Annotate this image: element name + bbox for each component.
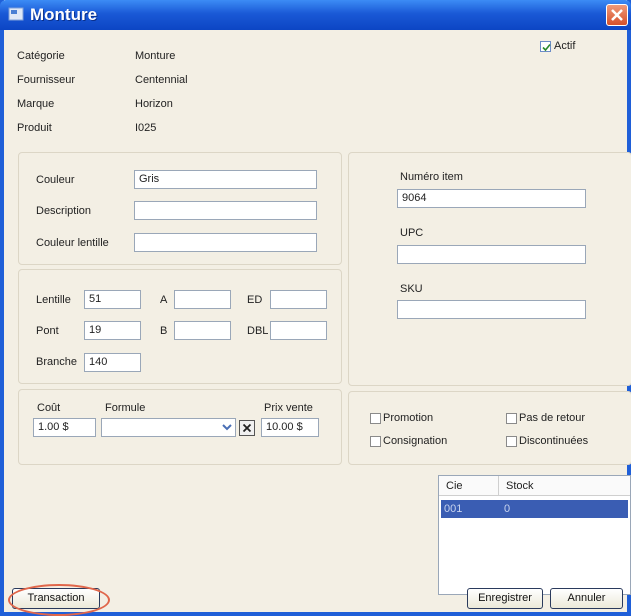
couleur-label: Couleur (36, 174, 75, 186)
promotion-checkbox[interactable] (370, 413, 381, 424)
dbl-field[interactable] (270, 321, 327, 340)
sku-label: SKU (400, 283, 423, 295)
marque-value: Horizon (135, 98, 173, 110)
fournisseur-value: Centennial (135, 74, 188, 86)
produit-value: I025 (135, 122, 157, 134)
fournisseur-label: Fournisseur (17, 74, 76, 86)
consignation-checkbox[interactable] (370, 436, 381, 447)
close-button[interactable] (606, 4, 628, 26)
a-label: A (160, 294, 168, 306)
chevron-down-icon (222, 424, 232, 431)
branche-field[interactable]: 140 (84, 353, 141, 372)
identifiers-panel: Numéro item 9064 UPC SKU (348, 152, 631, 386)
flags-panel: Promotion Pas de retour Consignation Dis… (348, 391, 631, 465)
b-field[interactable] (174, 321, 231, 340)
formule-select[interactable] (101, 418, 236, 437)
close-icon (611, 9, 623, 21)
discontinuees-label: Discontinuées (519, 435, 589, 447)
column-header-cie[interactable]: Cie (439, 476, 499, 496)
promotion-label: Promotion (383, 412, 434, 424)
pont-label: Pont (36, 325, 59, 337)
categorie-value: Monture (135, 50, 176, 62)
save-button[interactable]: Enregistrer (467, 588, 543, 609)
color-panel: Couleur Gris Description Couleur lentill… (18, 152, 342, 265)
app-icon (8, 7, 24, 21)
cancel-button[interactable]: Annuler (550, 588, 623, 609)
numero-item-label: Numéro item (400, 171, 463, 183)
couleur-lentille-label: Couleur lentille (36, 237, 109, 249)
highlight-annotation (8, 584, 110, 616)
close-icon (242, 423, 252, 433)
pricing-panel: Coût 1.00 $ Formule Prix vente 10.00 $ (18, 389, 342, 465)
cell-cie: 001 (444, 503, 463, 515)
b-label: B (160, 325, 168, 337)
lentille-field[interactable]: 51 (84, 290, 141, 309)
numero-item-field[interactable]: 9064 (397, 189, 586, 208)
actif-checkbox[interactable] (540, 41, 551, 52)
produit-label: Produit (17, 122, 52, 134)
checkmark-icon (542, 43, 551, 52)
a-field[interactable] (174, 290, 231, 309)
pas-de-retour-label: Pas de retour (519, 412, 586, 424)
window-title: Monture (30, 5, 98, 24)
ed-label: ED (247, 294, 263, 306)
clear-formule-button[interactable] (239, 420, 255, 436)
formule-label: Formule (105, 402, 146, 414)
prix-vente-label: Prix vente (264, 402, 313, 414)
actif-label: Actif (554, 40, 576, 52)
table-row[interactable]: 001 0 (441, 500, 628, 518)
monture-dialog: Monture Catégorie Monture Fournisseur Ce… (0, 0, 631, 616)
title-bar: Monture (0, 0, 631, 30)
cout-field[interactable]: 1.00 $ (33, 418, 96, 437)
ed-field[interactable] (270, 290, 327, 309)
categorie-label: Catégorie (17, 50, 65, 62)
couleur-field[interactable]: Gris (134, 170, 317, 189)
description-field[interactable] (134, 201, 317, 220)
cell-stock: 0 (504, 503, 511, 515)
sku-field[interactable] (397, 300, 586, 319)
couleur-lentille-field[interactable] (134, 233, 317, 252)
stock-table[interactable]: Cie Stock 001 0 (438, 475, 631, 595)
consignation-label: Consignation (383, 435, 448, 447)
pas-de-retour-checkbox[interactable] (506, 413, 517, 424)
discontinuees-checkbox[interactable] (506, 436, 517, 447)
prix-vente-field[interactable]: 10.00 $ (261, 418, 319, 437)
column-header-stock[interactable]: Stock (499, 476, 630, 496)
branche-label: Branche (36, 356, 77, 368)
upc-field[interactable] (397, 245, 586, 264)
description-label: Description (36, 205, 92, 217)
upc-label: UPC (400, 227, 424, 239)
cout-label: Coût (37, 402, 61, 414)
measures-panel: Lentille 51 A ED Pont 19 B DBL Branche 1… (18, 269, 342, 384)
lentille-label: Lentille (36, 294, 71, 306)
pont-field[interactable]: 19 (84, 321, 141, 340)
marque-label: Marque (17, 98, 55, 110)
dbl-label: DBL (247, 325, 269, 337)
